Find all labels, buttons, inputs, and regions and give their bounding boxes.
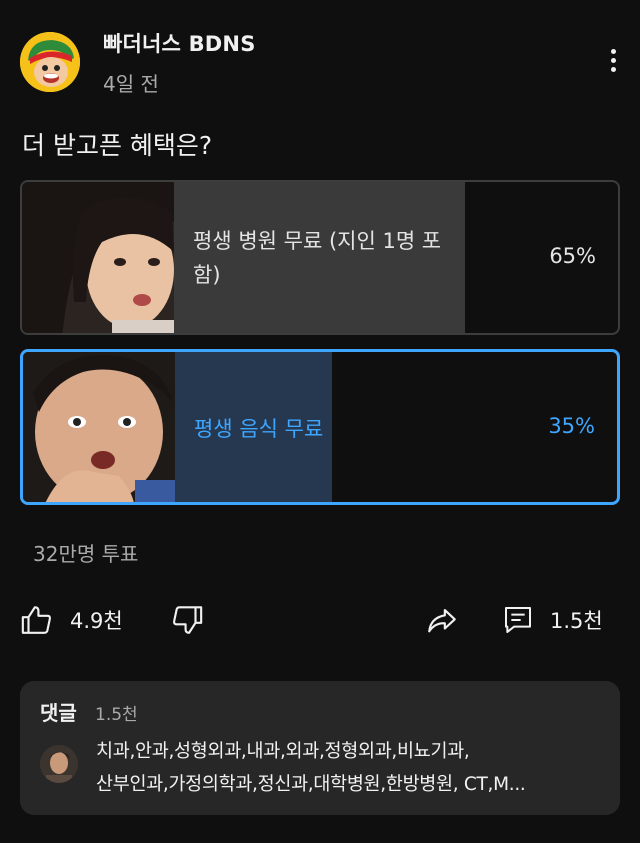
option-image — [22, 182, 174, 333]
comment-icon — [505, 607, 531, 633]
poll-option-1[interactable]: 평생 병원 무료 (지인 1명 포함) 65% — [20, 180, 620, 335]
share-icon — [428, 609, 456, 633]
post-timestamp: 4일 전 — [103, 72, 159, 96]
mascot-avatar-icon — [20, 32, 80, 92]
more-vertical-icon — [610, 48, 616, 54]
commenter-avatar — [40, 745, 78, 783]
comment-button[interactable]: 1.5천 — [502, 598, 603, 642]
post-page: 빠더너스 BDNS 4일 전 더 받고픈 혜택은? 평생 병원 무료 (지인 1… — [0, 0, 640, 843]
comments-heading: 댓글 — [40, 701, 77, 725]
comment-count: 1.5천 — [550, 609, 603, 633]
poll-option-label: 평생 음식 무료 — [194, 417, 324, 441]
comment-line: 산부인과,가정의학과,정신과,대학병원,한방병원, CT,M... — [96, 774, 526, 795]
thumbs-up-icon — [21, 606, 51, 634]
like-button[interactable]: 4.9천 — [20, 598, 123, 642]
poll-option-percent: 35% — [548, 414, 595, 438]
channel-name[interactable]: 빠더너스 BDNS — [103, 28, 256, 58]
channel-avatar[interactable] — [20, 32, 80, 92]
dislike-button[interactable] — [170, 598, 204, 642]
option-image — [23, 352, 175, 502]
comments-preview[interactable]: 댓글 1.5천 치과,안과,성형외과,내과,외과,정형외과,비뇨기과, 산부인과… — [20, 681, 620, 815]
more-options-button[interactable] — [596, 40, 630, 80]
poll-option-percent: 65% — [549, 244, 596, 268]
share-button[interactable] — [424, 598, 460, 642]
vote-count: 32만명 투표 — [33, 542, 139, 566]
poll-option-2[interactable]: 평생 음식 무료 35% — [20, 349, 620, 505]
comment-line: 치과,안과,성형외과,내과,외과,정형외과,비뇨기과, — [96, 741, 470, 762]
comments-count: 1.5천 — [95, 705, 138, 725]
comment-preview-text: 치과,안과,성형외과,내과,외과,정형외과,비뇨기과, 산부인과,가정의학과,정… — [96, 735, 606, 801]
poll-question: 더 받고픈 혜택은? — [22, 131, 213, 160]
like-count: 4.9천 — [70, 609, 123, 633]
poll-option-label: 평생 병원 무료 (지인 1명 포함) — [193, 229, 442, 287]
thumbs-down-icon — [173, 606, 203, 634]
